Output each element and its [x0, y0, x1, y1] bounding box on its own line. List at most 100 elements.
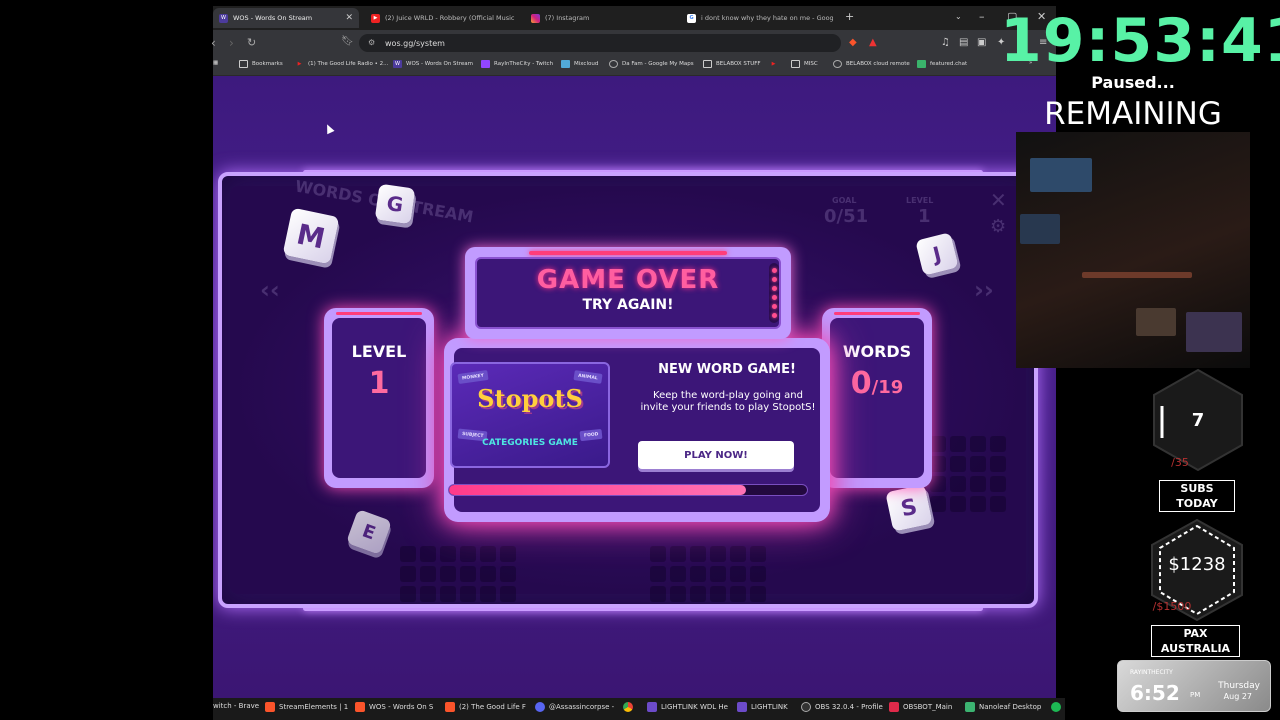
bookmark-item[interactable]: Bookmarks: [239, 60, 283, 68]
grid-cell: [650, 546, 666, 562]
game-over-box: GAME OVER TRY AGAIN!: [475, 257, 781, 329]
paused-text: Paused...: [1091, 73, 1175, 92]
forward-icon[interactable]: ›: [229, 36, 234, 50]
chevron-down-icon[interactable]: ⌄: [955, 12, 962, 21]
reload-icon[interactable]: ↻: [247, 36, 256, 49]
bookmark-item[interactable]: ▶ (1) The Good Life Radio • 2...: [295, 60, 389, 68]
clock-channel-tag: RAYINTHECITY: [1130, 669, 1173, 676]
brave-icon: [265, 702, 275, 712]
brave-shield-icon[interactable]: ◆: [849, 37, 857, 48]
site-info-icon[interactable]: ⚙: [368, 38, 377, 47]
taskbar-item[interactable]: OBSBOT_Main: [889, 702, 952, 712]
wos-icon: W: [393, 60, 402, 68]
tab-youtube[interactable]: ▶ (2) Juice WRLD - Robbery (Official Mus…: [365, 8, 515, 28]
play-now-button[interactable]: PLAY NOW!: [638, 441, 794, 469]
grid-cell: [690, 546, 706, 562]
youtube-icon: ▶: [771, 61, 776, 67]
brave-icon: [445, 702, 455, 712]
minimize-icon[interactable]: –: [979, 10, 985, 23]
sidebar-icon[interactable]: ▤: [959, 37, 968, 48]
settings-icon[interactable]: ⚙: [990, 216, 1006, 237]
taskbar-item[interactable]: OBS 32.0.4 - Profile: [801, 702, 883, 712]
grid-cell: [670, 566, 686, 582]
taskbar-item[interactable]: LIGHTLINK WDL He: [647, 702, 728, 712]
browser-tab-bar: W WOS - Words On Stream ✕ ▶ (2) Juice WR…: [213, 6, 1056, 30]
brave-rewards-icon[interactable]: ▲: [869, 37, 877, 48]
bookmark-label: featured.chat: [930, 61, 968, 67]
ad-tile: ANIMAL: [573, 370, 603, 384]
taskbar-item[interactable]: (2) The Good Life F: [445, 702, 526, 712]
globe-icon: [833, 60, 842, 68]
game-page: WORDS ON STREAM GOAL 0/51 LEVEL 1 ✕ ⚙ ‹‹…: [213, 76, 1056, 698]
grid-cell: [990, 496, 1006, 512]
stopots-ad-image[interactable]: MONKEY ANIMAL SUBJECT FOOD StopotS CATEG…: [450, 362, 610, 468]
taskbar-item[interactable]: StreamElements | 1: [265, 702, 348, 712]
discord-icon: [535, 702, 545, 712]
bookmark-item[interactable]: Da Fam - Google My Maps: [609, 60, 694, 68]
url-bar[interactable]: ⚙ wos.gg/system: [359, 34, 841, 52]
chat-icon: [917, 60, 926, 68]
grid-cell: [930, 496, 946, 512]
bookmark-item[interactable]: ▶: [769, 60, 782, 68]
grid-cell: [440, 566, 456, 582]
address-toolbar: ‹ › ↻ 🔖︎ ⚙ wos.gg/system ◆ ▲ ♫ ▤ ▣ ✦ ≡: [211, 30, 1056, 56]
wallet-icon[interactable]: ▣: [977, 37, 986, 48]
tab-google[interactable]: G i dont know why they hate on me - Goog…: [681, 8, 833, 28]
bookmark-item[interactable]: Mixcloud: [561, 60, 598, 68]
bookmark-item[interactable]: featured.chat: [917, 60, 967, 68]
new-tab-button[interactable]: +: [845, 10, 854, 23]
grid-cell: [440, 586, 456, 602]
level-label: LEVEL: [351, 342, 407, 361]
level-value: 1: [368, 366, 390, 401]
taskbar-item[interactable]: WOS - Words On S: [355, 702, 433, 712]
back-icon[interactable]: ‹: [211, 36, 216, 50]
clock-ampm: PM: [1190, 691, 1201, 699]
grid-cell: [400, 566, 416, 582]
instagram-favicon: [531, 13, 540, 23]
grid-cell: [670, 546, 686, 562]
bookmark-item[interactable]: BELABOX STUFF: [703, 60, 761, 68]
taskbar-item[interactable]: [1051, 702, 1065, 712]
taskbar-item[interactable]: [623, 702, 637, 712]
close-icon[interactable]: ✕: [990, 188, 1007, 212]
cam-monitor: [1136, 308, 1176, 336]
bookmark-item[interactable]: MISC: [791, 60, 818, 68]
bookmark-item[interactable]: RayInTheCity - Twitch: [481, 60, 553, 68]
bookmark-item[interactable]: BELABOX cloud remote: [833, 60, 910, 68]
taskbar-label: OBS 32.0.4 - Profile: [815, 703, 883, 711]
taskbar-item[interactable]: witch - Brave: [213, 702, 259, 710]
grid-cell: [650, 566, 666, 582]
grid-cell: [460, 586, 476, 602]
close-tab-icon[interactable]: ✕: [345, 13, 353, 23]
webcam-feed: [1016, 132, 1250, 368]
apps-icon[interactable]: ▦: [213, 60, 218, 66]
countdown-timer: 19:53:41: [1000, 6, 1280, 76]
taskbar-item[interactable]: @Assassincorpse -: [535, 702, 614, 712]
tab-label: (7) Instagram: [545, 14, 590, 22]
clock-day: Thursday: [1218, 681, 1260, 691]
taskbar-label: LIGHTLINK WDL He: [661, 703, 728, 711]
grid-cell: [420, 566, 436, 582]
grid-cell: [990, 456, 1006, 472]
mouse-cursor: [323, 122, 335, 135]
bookmark-item[interactable]: W WOS - Words On Stream: [393, 60, 473, 68]
led: [771, 313, 777, 318]
level-label-ghost: LEVEL: [906, 196, 934, 205]
tab-wos[interactable]: W WOS - Words On Stream ✕: [213, 8, 359, 28]
tab-instagram[interactable]: (7) Instagram: [525, 8, 675, 28]
timer-progress-bar: [448, 484, 808, 496]
mixcloud-icon: [561, 60, 570, 68]
ad-categories-text: CATEGORIES GAME: [482, 438, 578, 448]
wing-accent: [336, 312, 422, 315]
grid-cell: [990, 436, 1006, 452]
game-over-panel: LEVEL 1 WORDS 0/19 MONKEY ANIMAL SUBJECT…: [324, 308, 932, 522]
taskbar-item[interactable]: LIGHTLINK: [737, 702, 788, 712]
cam-shelf: [1082, 272, 1192, 278]
bookmark-icon[interactable]: 🔖︎: [341, 36, 354, 47]
cam-monitor: [1020, 214, 1060, 244]
music-icon[interactable]: ♫: [941, 37, 950, 48]
taskbar-item[interactable]: Nanoleaf Desktop: [965, 702, 1041, 712]
bookmark-label: MISC: [804, 61, 818, 67]
grid-cell: [400, 586, 416, 602]
chrome-icon: [623, 702, 633, 712]
